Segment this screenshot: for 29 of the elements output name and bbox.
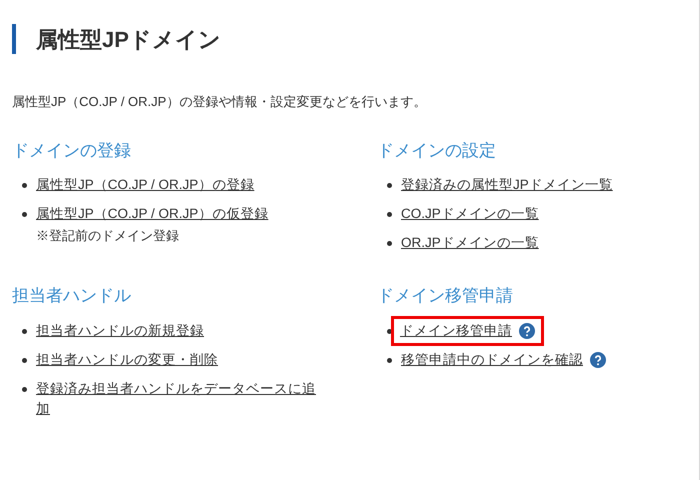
link[interactable]: 担当者ハンドルの新規登録 [36, 320, 204, 340]
bullet-icon [387, 241, 392, 246]
bullet-icon [22, 212, 27, 217]
bullet-icon [22, 386, 27, 392]
link[interactable]: 属性型JP（CO.JP / OR.JP）の登録 [36, 175, 254, 195]
link[interactable]: 登録済みの属性型JPドメイン一覧 [401, 175, 613, 195]
section-heading: 担当者ハンドル [12, 285, 132, 307]
link[interactable]: 登録済み担当者ハンドルをデータベースに追加 [36, 378, 321, 418]
note-text: ※登記前のドメイン登録 [36, 227, 180, 245]
link[interactable]: ドメイン移管申請 [400, 320, 512, 340]
link[interactable]: 移管申請中のドメインを確認 [401, 350, 583, 370]
bullet-icon [387, 212, 392, 217]
link[interactable]: OR.JPドメインの一覧 [401, 233, 539, 253]
help-icon[interactable] [590, 352, 606, 368]
bullet-icon [387, 328, 392, 334]
link[interactable]: CO.JPドメインの一覧 [401, 204, 539, 224]
bullet-icon [387, 358, 392, 362]
link[interactable]: 担当者ハンドルの変更・削除 [36, 350, 218, 370]
intro-text: 属性型JP（CO.JP / OR.JP）の登録や情報・設定変更などを行います。 [12, 93, 428, 111]
help-icon[interactable] [519, 322, 535, 338]
section-heading: ドメインの登録 [12, 140, 132, 162]
bullet-icon [22, 183, 27, 188]
section-heading: ドメインの設定 [377, 140, 497, 162]
page-title: 属性型JPドメイン [36, 26, 221, 54]
section-heading: ドメイン移管申請 [377, 285, 514, 307]
link[interactable]: 属性型JP（CO.JP / OR.JP）の仮登録 [36, 204, 268, 224]
bullet-icon [22, 328, 27, 334]
bullet-icon [22, 358, 27, 362]
bullet-icon [387, 183, 392, 188]
